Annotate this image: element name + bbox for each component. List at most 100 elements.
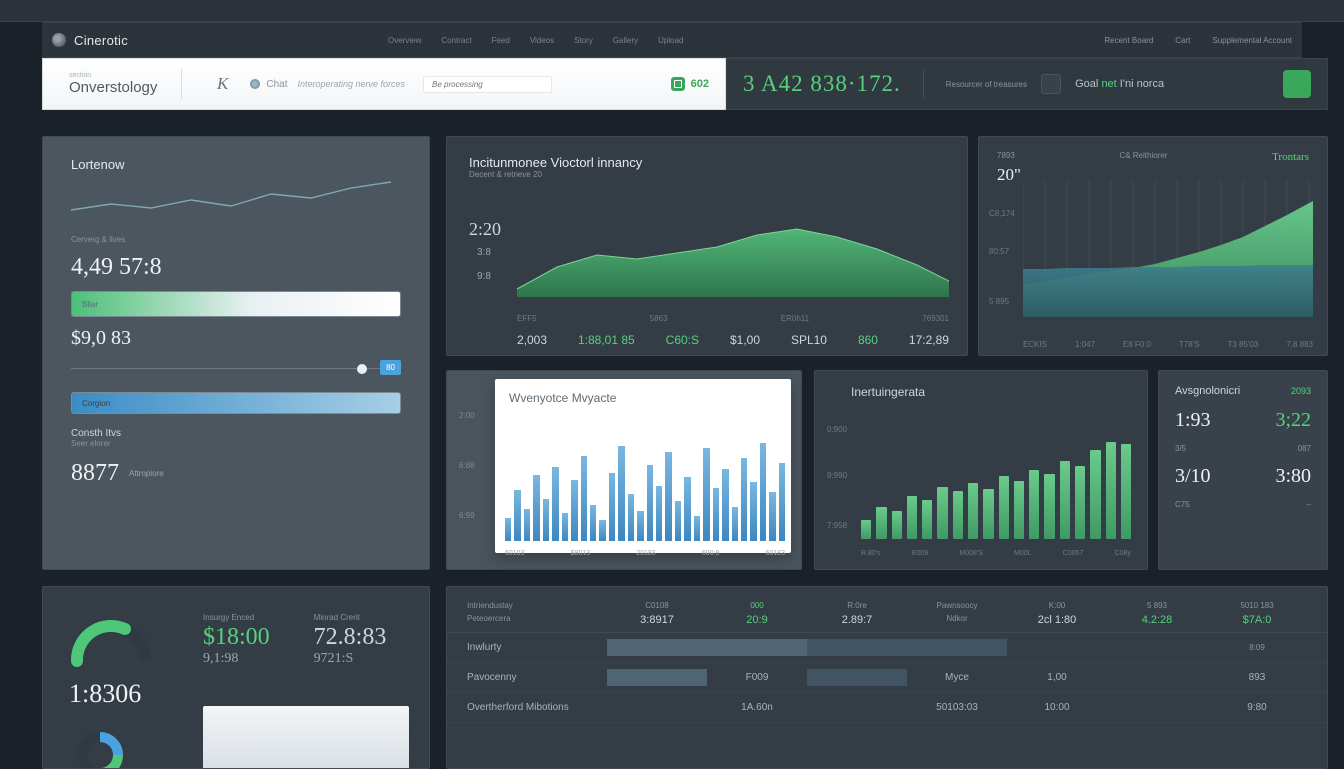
- white-bar-card: 2:00 6:88 6:99 Wvenyotce Mvyacte 60103$8…: [446, 370, 802, 570]
- y-tick: 2:00: [459, 411, 475, 420]
- kpi-label: Minrad Crerit: [314, 613, 387, 622]
- card-meta: 7893: [997, 151, 1015, 163]
- x-ticks: ECKIS1:047 E8 F0:0T78'S T3 85'037,8 883: [1023, 340, 1313, 349]
- header-right-panel: 3 A42 838·172. Resourcer of treasures Go…: [726, 58, 1328, 110]
- slider-thumb-icon[interactable]: [357, 364, 367, 374]
- nav-right-item[interactable]: Recent Board: [1104, 36, 1153, 45]
- action-button[interactable]: [1283, 70, 1311, 98]
- gauge-icon: [69, 611, 153, 671]
- metric-value: 1:93: [1175, 409, 1211, 432]
- progress-slider[interactable]: 80: [71, 360, 401, 378]
- chart-title: Inertuingerata: [815, 371, 1147, 399]
- x-ticks: R.80'sE009 M008'SM00L C0057C08y: [861, 550, 1131, 557]
- gradient-bar-button[interactable]: Bliar: [71, 291, 401, 317]
- chart-subtitle: Decent & retrieve 20: [469, 170, 945, 179]
- y-tick: 7:958: [827, 521, 847, 530]
- kpi-value: 72.8:83: [314, 624, 387, 651]
- nav-item[interactable]: Overview: [388, 36, 421, 45]
- y-tick: C8,174: [989, 209, 1015, 218]
- gauge-card: 1:8306 Insurgy Enced $18:00 9,1:98 Minra…: [42, 586, 430, 769]
- section-label: Consth Itvs: [71, 428, 401, 439]
- table-subhead: Peteoercera3:8917 20:92.89:7 Ndkor2cl 1:…: [447, 614, 1327, 633]
- header-left-panel: section Onverstology K Chat Interoperati…: [42, 58, 726, 110]
- nav-right-item[interactable]: Supplemental Account: [1212, 36, 1292, 45]
- y-tick: 9:8: [477, 271, 491, 282]
- light-block: [203, 706, 409, 768]
- x-ticks: 60103$8013 20183600:9 60183: [505, 550, 785, 557]
- table-row[interactable]: Overtherford Mibotions 1A.60n 50103:03 1…: [447, 693, 1327, 723]
- metric-tertiary-sub: Attropiore: [129, 469, 164, 478]
- data-table-card: IntriendustayC0108 000R:0re PawnsoocyK:0…: [446, 586, 1328, 769]
- sparkline-chart: [71, 180, 391, 224]
- y-tick: 5 895: [989, 297, 1009, 306]
- nav-menu: Overview Contract Feed Videos Story Gall…: [388, 36, 684, 45]
- bar-chart: [505, 435, 785, 541]
- area-chart-card: Incitunmonee Vioctorl innancy Decent & r…: [446, 136, 968, 356]
- card-meta: C& Reithiorer: [1119, 151, 1167, 163]
- card-title: Trontars: [1272, 151, 1309, 163]
- nav-right-item[interactable]: Cart: [1175, 36, 1190, 45]
- header-subtitle: section: [69, 72, 189, 79]
- chart-title: Wvenyotce Mvyacte: [509, 391, 777, 405]
- brand-name: Cinerotic: [74, 33, 128, 48]
- kpi-sub: 9,1:98: [203, 651, 270, 667]
- x-ticks: EFF55863 ER0h11769301: [517, 314, 949, 323]
- table-head: IntriendustayC0108 000R:0re PawnsoocyK:0…: [447, 587, 1327, 614]
- kpi-label: Insurgy Enced: [203, 613, 270, 622]
- stacked-area-chart: [1023, 181, 1313, 317]
- sidebar-title: Lortenow: [71, 157, 401, 172]
- nav-item[interactable]: Upload: [658, 36, 683, 45]
- nav-item[interactable]: Videos: [530, 36, 554, 45]
- page-title: Onverstology: [69, 79, 189, 96]
- header-bar: section Onverstology K Chat Interoperati…: [42, 58, 1328, 110]
- metric-value: 3;22: [1275, 409, 1311, 432]
- header-glyph: K: [217, 74, 228, 94]
- blue-bar-button[interactable]: Corgion: [71, 392, 401, 414]
- status-badge: 602: [671, 77, 709, 91]
- donut-icon: [73, 728, 127, 769]
- y-tick: 0:900: [827, 425, 847, 434]
- chat-icon: [250, 79, 260, 89]
- brand-icon: [52, 33, 66, 47]
- table-row[interactable]: Pavocenny F009 Myce 1,00893: [447, 663, 1327, 693]
- area-chart: [517, 209, 949, 319]
- header-goal: Goal net I'ni norca: [1075, 78, 1164, 90]
- y-tick: 3:8: [477, 247, 491, 258]
- sidebar-card: Lortenow Cerverg & lives 4,49 57:8 Bliar…: [42, 136, 430, 570]
- nav-item[interactable]: Feed: [492, 36, 510, 45]
- header-label: Resourcer of treasures: [946, 80, 1027, 89]
- metric-secondary: $9,0 83: [71, 327, 401, 350]
- metrics-card: Avsgnolonicri 2093 1:93 3;22 3/5087 3/10…: [1158, 370, 1328, 570]
- table-row[interactable]: Inwlurty 8:09: [447, 633, 1327, 663]
- slider-value: 80: [380, 360, 401, 375]
- y-tick: 9:990: [827, 471, 847, 480]
- green-bar-card: Inertuingerata 0:900 9:990 7:958 R.80'sE…: [814, 370, 1148, 570]
- y-big: 2:20: [469, 219, 501, 240]
- breadcrumb: Interoperating nerve forces: [297, 79, 405, 89]
- status-badge: 2093: [1291, 386, 1311, 396]
- top-nav: Cinerotic Overview Contract Feed Videos …: [42, 22, 1302, 58]
- kpi-sub: 9721:S: [314, 651, 387, 667]
- header-figure: 3 A42 838·172.: [743, 71, 901, 97]
- chart-title: Incitunmonee Vioctorl innancy: [469, 155, 945, 170]
- nav-item[interactable]: Gallery: [613, 36, 638, 45]
- metric-primary: 4,49 57:8: [71, 254, 401, 281]
- nav-item[interactable]: Story: [574, 36, 593, 45]
- search-input[interactable]: [423, 76, 552, 93]
- window-chrome: [0, 0, 1344, 22]
- metric-value: 3:80: [1275, 465, 1311, 488]
- bar-chart: [861, 431, 1131, 539]
- chat-pill[interactable]: Chat: [250, 79, 287, 90]
- nav-item[interactable]: Contract: [441, 36, 471, 45]
- metric-tertiary: 8877: [71, 460, 119, 487]
- divider: [923, 70, 924, 98]
- y-tick: 80:57: [989, 247, 1009, 256]
- card-title: Avsgnolonicri: [1175, 385, 1240, 397]
- metric-value: 3/10: [1175, 465, 1211, 488]
- shield-icon: [671, 77, 685, 91]
- sidebar-subtitle: Cerverg & lives: [71, 235, 401, 244]
- dropdown-toggle[interactable]: [1041, 74, 1061, 94]
- y-tick: 6:88: [459, 461, 475, 470]
- kpi-value: $18:00: [203, 624, 270, 651]
- section-tiny: Seer elorer: [71, 439, 401, 448]
